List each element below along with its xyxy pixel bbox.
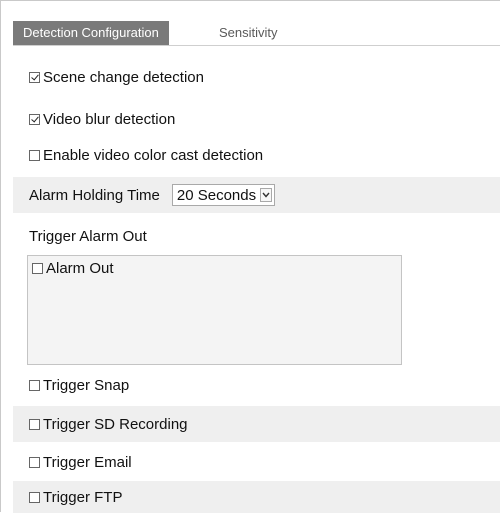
trigger-snap-label: Trigger Snap [43,376,130,394]
trigger-email-label: Trigger Email [43,453,132,471]
video-blur-label: Video blur detection [43,110,176,128]
checkbox-unchecked-icon[interactable] [32,263,43,274]
trigger-sd-label: Trigger SD Recording [43,415,188,433]
scene-change-row: Scene change detection [13,59,500,95]
chevron-down-icon[interactable] [260,188,273,202]
trigger-alarm-out-row: Trigger Alarm Out [13,218,500,254]
checkbox-checked-icon[interactable] [29,71,40,83]
color-cast-checkbox[interactable]: Enable video color cast detection [29,147,263,164]
checkbox-unchecked-icon[interactable] [29,491,40,503]
trigger-ftp-row: Trigger FTP [13,481,500,513]
tab-detection-configuration[interactable]: Detection Configuration [13,21,169,45]
trigger-snap-row: Trigger Snap [13,367,500,403]
checkbox-unchecked-icon[interactable] [29,456,40,468]
detection-panel: Detection Configuration Sensitivity Scen… [0,0,500,513]
checkbox-unchecked-icon[interactable] [29,418,40,430]
tab-sensitivity[interactable]: Sensitivity [211,21,288,45]
trigger-email-row: Trigger Email [13,444,500,480]
trigger-sd-checkbox[interactable]: Trigger SD Recording [29,416,188,433]
checkbox-checked-icon[interactable] [29,113,40,125]
trigger-email-checkbox[interactable]: Trigger Email [29,454,132,471]
alarm-out-checkbox[interactable]: Alarm Out [32,260,114,277]
alarm-holding-select[interactable]: 20 Seconds [171,184,276,206]
alarm-out-list[interactable]: Alarm Out [27,255,402,365]
scene-change-label: Scene change detection [43,68,204,86]
alarm-holding-row: Alarm Holding Time 20 Seconds [13,177,500,213]
trigger-ftp-label: Trigger FTP [43,488,123,506]
alarm-out-label: Alarm Out [46,260,114,277]
checkbox-unchecked-icon[interactable] [29,149,40,161]
tab-bar: Detection Configuration Sensitivity [13,21,500,46]
video-blur-row: Video blur detection [13,101,500,137]
video-blur-checkbox[interactable]: Video blur detection [29,111,175,128]
color-cast-label: Enable video color cast detection [43,146,264,164]
color-cast-row: Enable video color cast detection [13,137,500,173]
trigger-snap-checkbox[interactable]: Trigger Snap [29,377,129,394]
checkbox-unchecked-icon[interactable] [29,379,40,391]
alarm-holding-value: 20 Seconds [176,186,257,204]
scene-change-checkbox[interactable]: Scene change detection [29,69,204,86]
trigger-sd-row: Trigger SD Recording [13,406,500,442]
trigger-alarm-out-label: Trigger Alarm Out [29,227,147,245]
alarm-holding-label: Alarm Holding Time [29,186,160,204]
trigger-ftp-checkbox[interactable]: Trigger FTP [29,489,122,506]
